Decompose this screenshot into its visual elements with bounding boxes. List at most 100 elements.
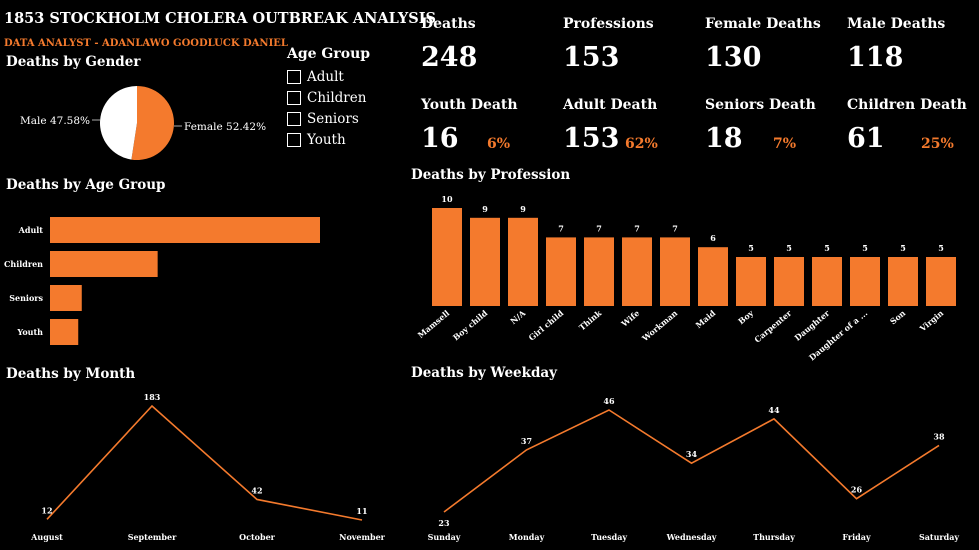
line-data-label: 34 — [686, 449, 698, 459]
slicer-title: Age Group — [287, 46, 371, 62]
kpi-deaths-label: Deaths — [421, 16, 476, 32]
slicer-item-youth[interactable]: Youth — [287, 132, 346, 148]
kpi-female-deaths-value: 130 — [705, 42, 762, 73]
kpi-adult-death-label: Adult Death — [563, 97, 658, 113]
pie-label-female: Female 52.42% — [184, 121, 266, 133]
pie-slice-female — [131, 86, 175, 160]
profession-tick-label: Think — [577, 308, 604, 333]
line-data-label: 44 — [768, 405, 780, 415]
profession-bar — [546, 237, 576, 306]
profession-tick-label: N/A — [508, 307, 528, 326]
profession-tick-label: Maid — [693, 308, 717, 330]
profession-bar — [774, 257, 804, 306]
gender-pie-chart: Female 52.42% Male 47.58% — [20, 86, 266, 160]
line-data-label: 42 — [251, 485, 262, 495]
kpi-children-death-value: 61 — [847, 123, 885, 154]
line-data-label: 12 — [41, 505, 52, 515]
line-tick-label: Wednesday — [666, 532, 717, 542]
line-series — [443, 409, 940, 513]
line-tick-label: Sunday — [428, 532, 461, 542]
line-tick-label: August — [30, 532, 63, 542]
kpi-male-deaths-value: 118 — [847, 42, 904, 73]
profession-bar — [432, 208, 462, 306]
line-data-label: 183 — [144, 392, 161, 402]
dashboard-subtitle: DATA ANALYST - ADANLAWO GOODLUCK DANIEL — [4, 38, 288, 49]
kpi-deaths-value: 248 — [421, 42, 478, 73]
profession-tick-label: Girl child — [526, 308, 565, 343]
profession-bar — [736, 257, 766, 306]
age-chart-title: Deaths by Age Group — [6, 177, 166, 193]
kpi-seniors-death-value: 18 — [705, 123, 743, 154]
line-tick-label: September — [128, 532, 177, 542]
line-tick-label: Friday — [842, 532, 871, 542]
slicer-item-seniors[interactable]: Seniors — [287, 111, 359, 127]
profession-tick-label: Boy child — [451, 308, 490, 343]
profession-data-label: 10 — [441, 194, 453, 204]
profession-tick-label: Mamsell — [416, 308, 452, 340]
pie-slice-male — [100, 86, 137, 160]
kpi-female-deaths-label: Female Deaths — [705, 16, 821, 32]
profession-bar — [850, 257, 880, 306]
kpi-adult-death-pct: 62% — [625, 136, 658, 152]
profession-tick-label: Wife — [618, 308, 641, 329]
profession-tick-label: Virgin — [917, 308, 946, 334]
profession-tick-label: Son — [888, 308, 908, 327]
profession-bar — [584, 237, 614, 306]
weekday-line-chart: 23 Sunday 37 Monday 46 Tuesday 34 Wednesday 44 Th… — [428, 396, 960, 542]
age-bar-label: Adult — [18, 225, 44, 235]
kpi-youth-death-label: Youth Death — [421, 97, 518, 113]
profession-chart-title: Deaths by Profession — [411, 167, 571, 183]
line-tick-label: Saturday — [919, 532, 959, 542]
profession-tick-label: Workman — [639, 308, 679, 344]
line-data-label: 46 — [603, 396, 615, 406]
profession-bar — [660, 237, 690, 306]
line-data-label: 37 — [521, 436, 532, 446]
gender-chart-title: Deaths by Gender — [6, 54, 141, 70]
kpi-children-death-label: Children Death — [847, 97, 967, 113]
profession-bar-chart: 10 Mamsell 9 Boy child 9 N/A 7 Girl child 7 Think… — [416, 194, 956, 362]
line-data-label: 38 — [933, 431, 945, 441]
profession-data-label: 5 — [938, 243, 944, 253]
weekday-chart-title: Deaths by Weekday — [411, 365, 558, 381]
checkbox[interactable] — [287, 70, 301, 84]
profession-tick-label: Boy — [736, 308, 756, 327]
profession-data-label: 5 — [862, 243, 868, 253]
slicer-item-adult[interactable]: Adult — [287, 69, 344, 85]
kpi-male-deaths-label: Male Deaths — [847, 16, 946, 32]
slicer-item-label: Children — [307, 90, 367, 106]
slicer-item-label: Adult — [307, 69, 344, 85]
line-data-label: 26 — [851, 485, 863, 495]
line-series — [46, 404, 363, 521]
kpi-youth-death-pct: 6% — [487, 136, 511, 152]
kpi-seniors-death-pct: 7% — [773, 136, 797, 152]
age-bar-chart: Adult Children Seniors Youth — [4, 217, 320, 345]
age-bar-label: Children — [4, 259, 43, 269]
checkbox[interactable] — [287, 91, 301, 105]
line-tick-label: Monday — [509, 532, 545, 542]
profession-bar — [508, 217, 538, 306]
profession-bar — [812, 257, 842, 306]
slicer-item-label: Youth — [307, 132, 346, 148]
slicer-item-children[interactable]: Children — [287, 90, 366, 106]
profession-data-label: 7 — [596, 223, 602, 233]
profession-bar — [698, 247, 728, 306]
profession-bar — [926, 257, 956, 306]
line-data-label: 11 — [356, 506, 367, 516]
kpi-professions-label: Professions — [563, 16, 654, 32]
line-tick-label: November — [339, 532, 386, 542]
kpi-adult-death-value: 153 — [563, 123, 620, 154]
line-tick-label: Thursday — [753, 532, 795, 542]
checkbox[interactable] — [287, 133, 301, 147]
line-tick-label: Tuesday — [591, 532, 627, 542]
month-line-chart: 12 August 183 September 42 October 11 November — [30, 392, 386, 542]
profession-data-label: 7 — [634, 223, 640, 233]
checkbox[interactable] — [287, 112, 301, 126]
profession-bar — [622, 237, 652, 306]
month-chart-title: Deaths by Month — [6, 366, 136, 382]
age-bar — [50, 285, 82, 311]
line-data-label: 23 — [438, 518, 450, 528]
age-bar-label: Seniors — [9, 293, 43, 303]
slicer-item-label: Seniors — [307, 111, 359, 127]
profession-tick-label: Carpenter — [752, 307, 794, 344]
profession-data-label: 9 — [482, 204, 488, 214]
